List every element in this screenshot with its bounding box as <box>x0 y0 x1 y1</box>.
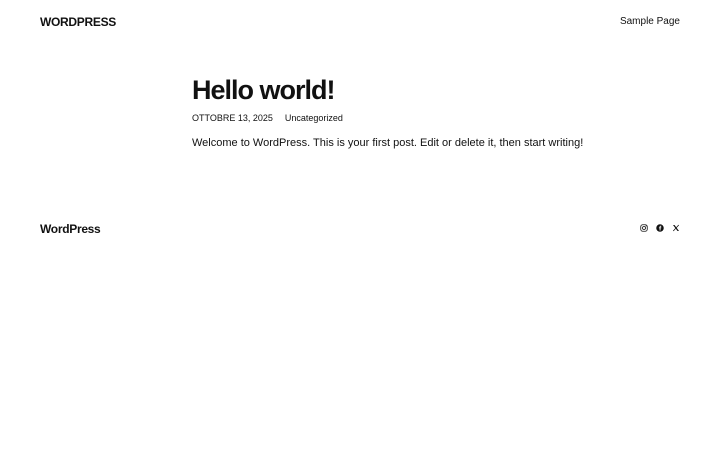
page: WORDPRESS Sample Page Hello world! OTTOB… <box>0 0 720 450</box>
facebook-icon <box>656 224 664 232</box>
post-meta: OTTOBRE 13, 2025 Uncategorized <box>192 113 343 123</box>
facebook-link[interactable] <box>656 224 664 232</box>
post-date: OTTOBRE 13, 2025 <box>192 113 273 123</box>
footer-site-title-link[interactable]: WordPress <box>40 222 101 236</box>
site-title-link[interactable]: WORDPRESS <box>40 15 116 29</box>
post-title: Hello world! <box>192 75 335 105</box>
post-content: Welcome to WordPress. This is your first… <box>192 137 584 149</box>
x-icon <box>672 224 680 232</box>
x-link[interactable] <box>672 224 680 232</box>
instagram-icon <box>640 224 648 232</box>
nav-item-sample-page[interactable]: Sample Page <box>620 16 680 27</box>
post-category-link[interactable]: Uncategorized <box>285 113 343 123</box>
instagram-link[interactable] <box>640 224 648 232</box>
social-links <box>640 224 680 232</box>
